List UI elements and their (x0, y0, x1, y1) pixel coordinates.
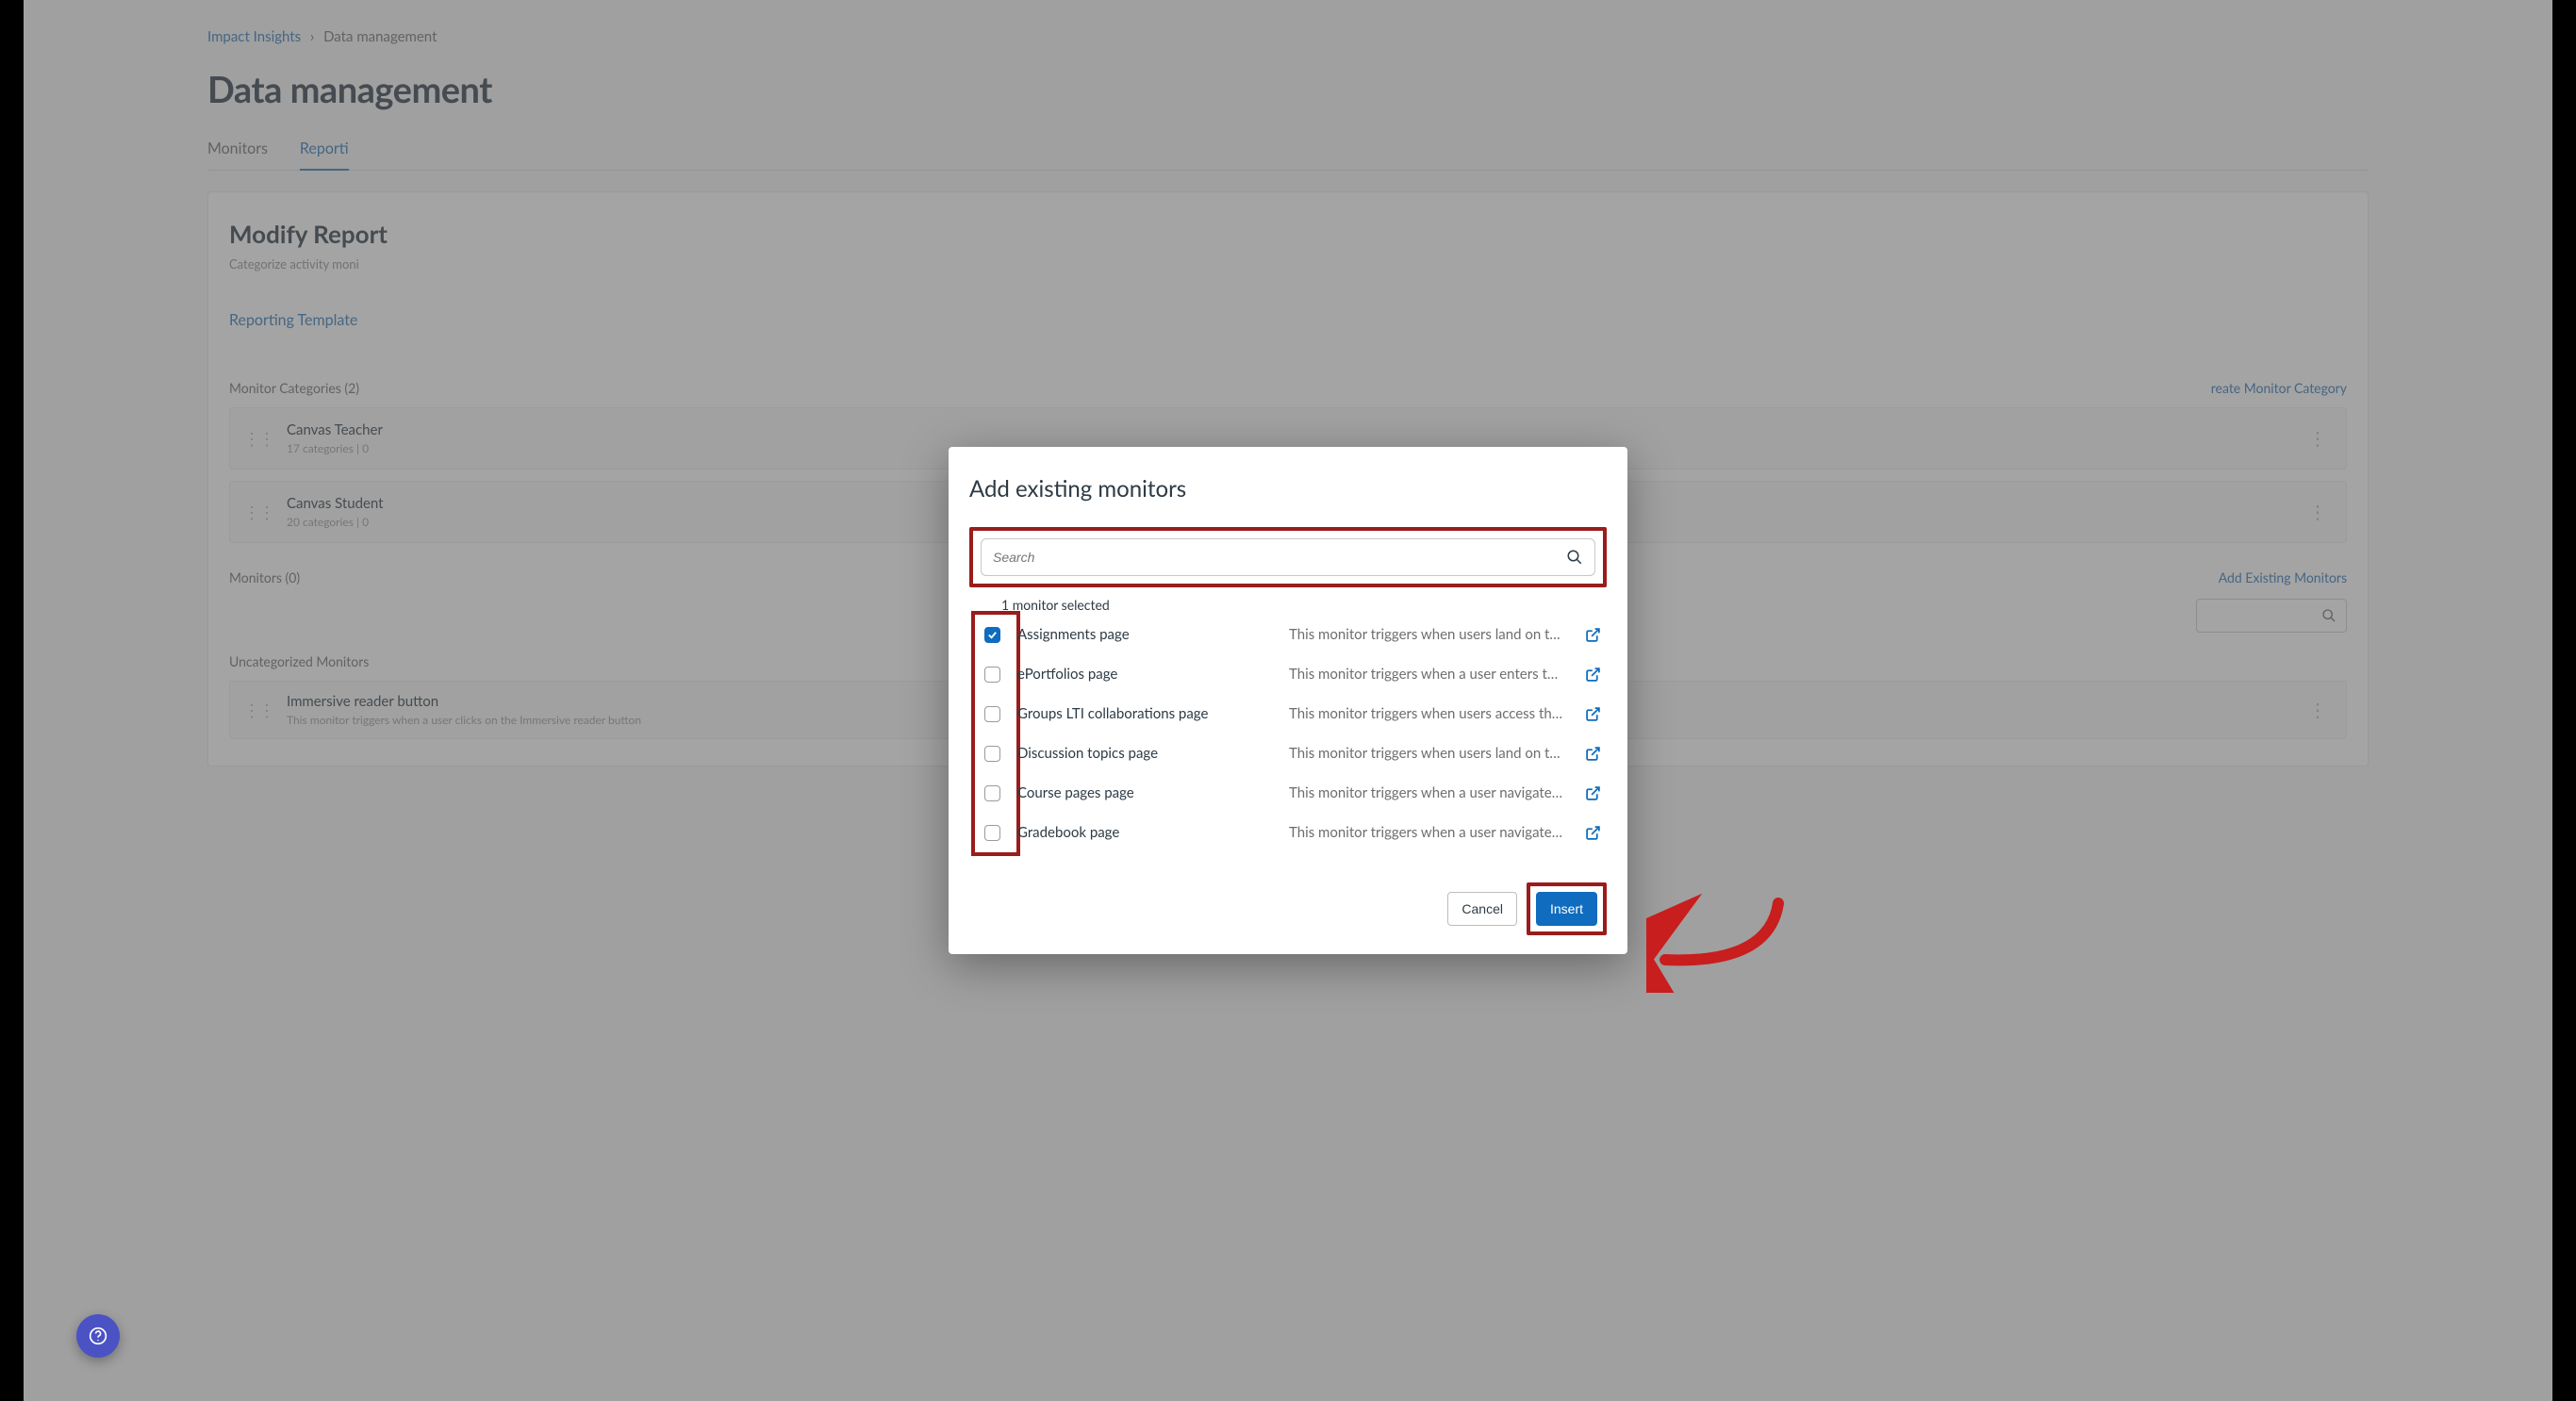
monitor-desc: This monitor triggers when a user naviga… (1289, 784, 1568, 801)
monitor-row[interactable]: Groups LTI collaborations page This monit… (969, 694, 1607, 733)
monitor-desc: This monitor triggers when a user enters… (1289, 666, 1568, 683)
monitor-desc: This monitor triggers when users land on… (1289, 745, 1568, 762)
external-link-icon[interactable] (1585, 706, 1601, 722)
monitor-row[interactable]: Gradebook page This monitor triggers when… (969, 813, 1607, 852)
annotation-highlight-search (969, 527, 1607, 587)
insert-button[interactable]: Insert (1536, 892, 1597, 926)
monitor-checkbox[interactable] (984, 706, 1000, 722)
monitor-checkbox[interactable] (984, 746, 1000, 762)
monitor-checkbox[interactable] (984, 627, 1000, 643)
monitor-checkbox[interactable] (984, 667, 1000, 683)
monitor-name: ePortfolios page (1017, 666, 1272, 683)
modal-search-input[interactable] (993, 550, 1566, 565)
monitor-desc: This monitor triggers when users access … (1289, 705, 1568, 722)
monitor-name: Groups LTI collaborations page (1017, 705, 1272, 722)
external-link-icon[interactable] (1585, 746, 1601, 762)
monitor-name: Gradebook page (1017, 824, 1272, 841)
monitor-checkbox[interactable] (984, 785, 1000, 801)
monitor-row[interactable]: Discussion topics page This monitor trigg… (969, 733, 1607, 773)
monitor-list: Assignments page This monitor triggers wh… (969, 615, 1607, 852)
monitor-name: Discussion topics page (1017, 745, 1272, 762)
question-icon (89, 1327, 107, 1345)
monitor-desc: This monitor triggers when users land on… (1289, 626, 1568, 643)
monitor-row[interactable]: Course pages page This monitor triggers w… (969, 773, 1607, 813)
monitor-row[interactable]: ePortfolios page This monitor triggers wh… (969, 654, 1607, 694)
monitor-name: Course pages page (1017, 784, 1272, 801)
modal-search[interactable] (981, 538, 1595, 576)
monitor-row[interactable]: Assignments page This monitor triggers wh… (969, 615, 1607, 654)
search-icon (1566, 549, 1583, 566)
modal-title: Add existing monitors (969, 475, 1607, 503)
add-existing-monitors-modal: Add existing monitors 1 monitor selected… (949, 447, 1627, 954)
monitor-checkbox[interactable] (984, 825, 1000, 841)
external-link-icon[interactable] (1585, 667, 1601, 683)
help-button[interactable] (76, 1314, 120, 1358)
monitor-name: Assignments page (1017, 626, 1272, 643)
external-link-icon[interactable] (1585, 825, 1601, 841)
annotation-highlight-insert: Insert (1527, 882, 1607, 935)
external-link-icon[interactable] (1585, 785, 1601, 801)
monitor-desc: This monitor triggers when a user naviga… (1289, 824, 1568, 841)
cancel-button[interactable]: Cancel (1447, 892, 1517, 926)
external-link-icon[interactable] (1585, 627, 1601, 643)
selected-count: 1 monitor selected (1001, 597, 1607, 613)
